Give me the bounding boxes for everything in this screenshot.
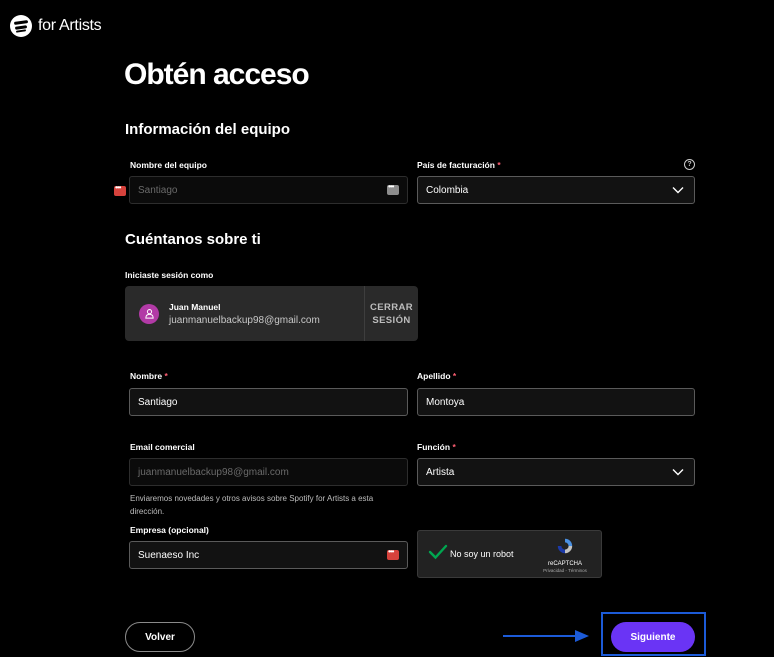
- spotify-for-artists-logo[interactable]: for Artists: [10, 15, 102, 37]
- back-button[interactable]: Volver: [125, 622, 195, 652]
- session-user-name: Juan Manuel: [169, 301, 221, 312]
- company-input[interactable]: Suenaeso Inc: [129, 541, 408, 569]
- session-card: Juan Manuel juanmanuelbackup98@gmail.com…: [125, 286, 418, 341]
- billing-country-select[interactable]: Colombia: [417, 176, 695, 204]
- recaptcha-brand: reCAPTCHA Privacidad - Términos: [535, 537, 595, 573]
- checkmark-icon: [428, 544, 448, 560]
- logo-text: for Artists: [38, 17, 102, 34]
- business-email-label: Email comercial: [130, 442, 195, 452]
- spotify-icon: [10, 15, 32, 37]
- chevron-down-icon: [672, 187, 684, 194]
- first-name-label: Nombre *: [130, 371, 168, 381]
- avatar: [139, 303, 159, 324]
- team-section-heading: Información del equipo: [125, 121, 291, 138]
- user-icon: [144, 309, 154, 319]
- last-name-input[interactable]: Montoya: [417, 388, 695, 416]
- session-info: Juan Manuel juanmanuelbackup98@gmail.com: [125, 286, 364, 341]
- role-label: Función *: [417, 442, 456, 452]
- about-section-heading: Cuéntanos sobre ti: [125, 231, 261, 248]
- recaptcha-widget[interactable]: No soy un robot reCAPTCHA Privacidad - T…: [417, 530, 602, 578]
- team-name-value: Santiago: [138, 184, 178, 196]
- page-title: Obtén acceso: [124, 58, 310, 91]
- password-manager-icon[interactable]: [114, 183, 126, 196]
- logout-button[interactable]: CERRAR SESIÓN: [364, 286, 418, 341]
- team-name-field[interactable]: Santiago: [129, 176, 408, 204]
- recaptcha-label: No soy un robot: [450, 549, 514, 559]
- password-manager-icon[interactable]: [387, 182, 399, 195]
- business-email-field[interactable]: juanmanuelbackup98@gmail.com: [129, 458, 408, 486]
- company-label: Empresa (opcional): [130, 525, 209, 535]
- business-email-note: Enviaremos novedades y otros avisos sobr…: [130, 494, 374, 516]
- session-email: juanmanuelbackup98@gmail.com: [169, 314, 320, 326]
- billing-country-value: Colombia: [426, 184, 469, 196]
- chevron-down-icon: [672, 469, 684, 476]
- role-select[interactable]: Artista: [417, 458, 695, 486]
- team-name-label: Nombre del equipo: [130, 160, 207, 170]
- first-name-input[interactable]: Santiago: [129, 388, 408, 416]
- last-name-label: Apellido *: [417, 371, 457, 381]
- recaptcha-icon: [557, 538, 573, 554]
- arrow-right-icon: [503, 630, 589, 642]
- password-manager-icon[interactable]: [387, 547, 399, 560]
- next-button[interactable]: Siguiente: [611, 622, 695, 652]
- help-icon[interactable]: ?: [684, 159, 695, 170]
- billing-country-label: País de facturación *: [417, 160, 501, 170]
- session-label: Iniciaste sesión como: [125, 270, 214, 280]
